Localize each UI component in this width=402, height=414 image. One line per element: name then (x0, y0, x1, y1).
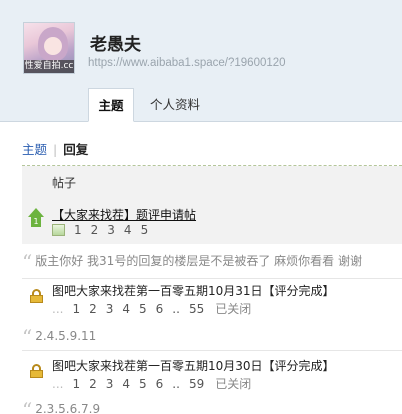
page-link[interactable]: 4 (122, 302, 130, 316)
profile-url[interactable]: https://www.aibaba1.space/?19600120 (88, 57, 286, 69)
subnav-divider: | (53, 142, 58, 157)
quote-mark-icon: “ (22, 250, 33, 274)
page-link[interactable]: 2 (91, 223, 99, 237)
post-badge: 1 (31, 216, 41, 227)
post-pager: ... 1 2 3 4 5 6.. 55 已关闭 (52, 300, 260, 317)
avatar[interactable]: 性爱自拍.cc (23, 22, 75, 74)
thread-header-label: 帖子 (52, 176, 77, 190)
page-link[interactable]: 3 (106, 377, 114, 391)
pager-ellipsis: ... (52, 302, 64, 316)
list-item: 1 【大家来找茬】题评申请帖 12345 (22, 198, 402, 244)
reply-text[interactable]: 版主你好 我31号的回复的楼层是不是被吞了 麻烦你看看 谢谢 (35, 254, 362, 268)
reply-quote: “版主你好 我31号的回复的楼层是不是被吞了 麻烦你看看 谢谢 (22, 250, 362, 274)
subnav: 主题 | 回复 (22, 139, 88, 158)
up-arrow-icon: 1 (26, 208, 46, 228)
post-title[interactable]: 图吧大家来找茬第一百零五期10月31日【评分完成】 (52, 282, 335, 299)
page-link[interactable]: 5 (139, 377, 147, 391)
row-divider (22, 278, 402, 279)
page-link[interactable]: 55 (189, 302, 204, 316)
pager-gap: .. (172, 377, 180, 391)
quote-mark-icon: “ (22, 398, 33, 414)
page-link[interactable]: 5 (141, 223, 149, 237)
page-link[interactable]: 1 (72, 302, 80, 316)
page-link[interactable]: 4 (122, 377, 130, 391)
post-pager: 12345 (52, 223, 157, 237)
status-badge: 已关闭 (215, 302, 252, 316)
post-title[interactable]: 【大家来找茬】题评申请帖 (52, 206, 196, 223)
page-link[interactable]: 6 (156, 302, 164, 316)
page-link[interactable]: 1 (74, 223, 82, 237)
lock-icon (30, 364, 43, 378)
page-link[interactable]: 1 (72, 377, 80, 391)
pager-gap: .. (172, 302, 180, 316)
tab-profile[interactable]: 个人资料 (146, 88, 204, 122)
page-link[interactable]: 59 (189, 377, 204, 391)
post-title[interactable]: 图吧大家来找茬第一百零五期10月30日【评分完成】 (52, 357, 335, 374)
reply-quote: “2.3.5.6.7.9 (22, 398, 100, 414)
thread-list-header: 帖子 (22, 166, 402, 198)
lock-icon (30, 289, 43, 303)
page-link[interactable]: 5 (139, 302, 147, 316)
reply-quote: “2.4.5.9.11 (22, 325, 96, 349)
reply-text[interactable]: 2.3.5.6.7.9 (35, 402, 100, 414)
reply-text[interactable]: 2.4.5.9.11 (35, 329, 96, 343)
status-badge: 已关闭 (215, 377, 252, 391)
page-link[interactable]: 4 (124, 223, 132, 237)
page-link[interactable]: 2 (89, 302, 97, 316)
pager-ellipsis: ... (52, 377, 64, 391)
tab-topics[interactable]: 主题 (88, 88, 134, 122)
page-link[interactable]: 2 (89, 377, 97, 391)
image-attachment-icon (52, 224, 65, 236)
page-link[interactable]: 3 (107, 223, 115, 237)
page-link[interactable]: 6 (156, 377, 164, 391)
post-pager: ... 1 2 3 4 5 6.. 59 已关闭 (52, 375, 260, 392)
profile-header: 性爱自拍.cc 老愚夫 https://www.aibaba1.space/?1… (0, 0, 402, 122)
subnav-replies[interactable]: 回复 (63, 142, 88, 157)
avatar-caption: 性爱自拍.cc (24, 60, 74, 73)
quote-mark-icon: “ (22, 325, 33, 349)
subnav-topics[interactable]: 主题 (22, 142, 47, 157)
page-link[interactable]: 3 (106, 302, 114, 316)
row-divider (22, 350, 402, 351)
username: 老愚夫 (90, 35, 141, 55)
